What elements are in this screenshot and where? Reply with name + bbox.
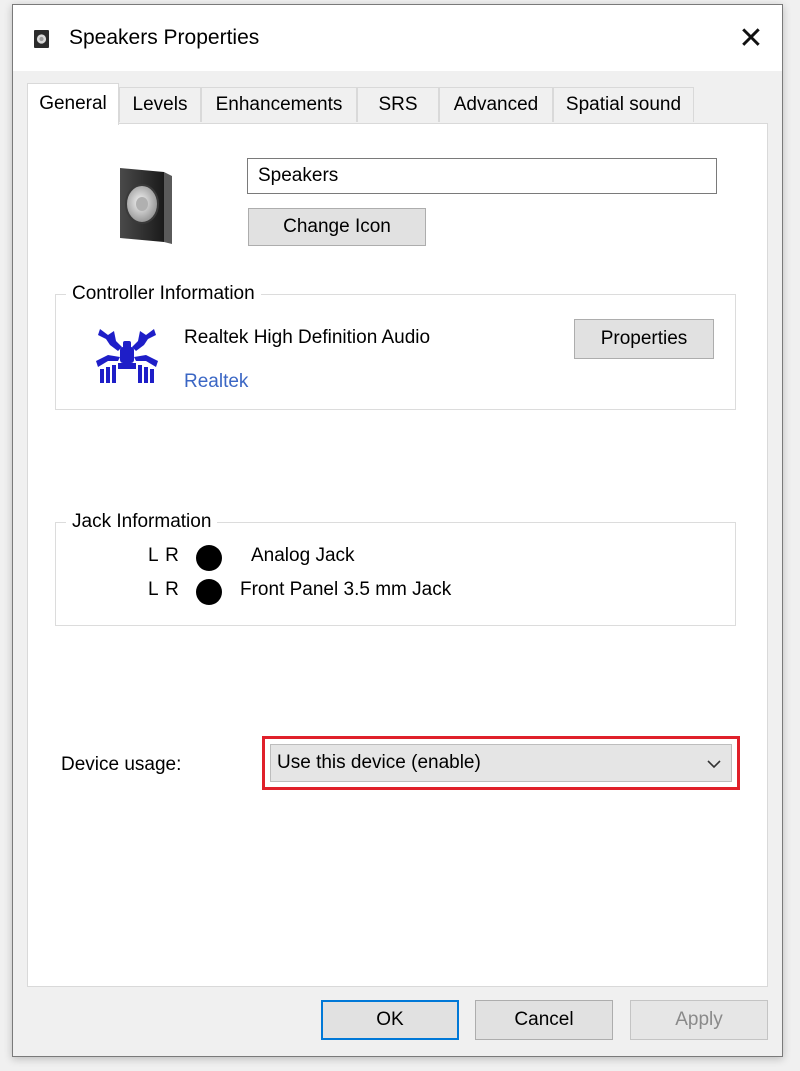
speaker-icon [34, 30, 49, 48]
apply-button[interactable]: Apply [630, 1000, 768, 1040]
window-title: Speakers Properties [69, 26, 260, 49]
jack-information-title: Jack Information [66, 510, 218, 534]
jack-row: L R Analog Jack [56, 541, 735, 573]
jack-label: Front Panel 3.5 mm Jack [240, 579, 452, 600]
change-icon-button[interactable]: Change Icon [248, 208, 426, 246]
jack-indicator-icon [196, 545, 222, 571]
jack-channels: L R [148, 579, 180, 600]
general-tab-panel: Change Icon Controller Information [27, 123, 768, 987]
speakers-properties-dialog: Speakers Properties ✕ General Levels Enh… [12, 4, 783, 1057]
chevron-down-icon [707, 760, 721, 769]
speaker-device-icon [120, 168, 172, 244]
realtek-logo-icon [96, 329, 158, 383]
device-usage-highlight: Use this device (enable) [262, 736, 740, 790]
jack-information-group: Jack Information L R Analog Jack L R Fro… [55, 510, 736, 626]
jack-label: Analog Jack [251, 545, 355, 566]
tab-general[interactable]: General [27, 83, 119, 125]
jack-channels: L R [148, 545, 180, 566]
controller-information-title: Controller Information [66, 282, 261, 306]
controller-information-group: Controller Information Realtek High Defi… [55, 282, 736, 410]
ok-button[interactable]: OK [321, 1000, 459, 1040]
tab-advanced[interactable]: Advanced [439, 87, 553, 122]
controller-vendor-link[interactable]: Realtek [184, 371, 248, 393]
title-bar: Speakers Properties ✕ [13, 5, 782, 71]
device-usage-selected: Use this device (enable) [277, 752, 481, 773]
jack-row: L R Front Panel 3.5 mm Jack [56, 575, 735, 607]
device-name-input[interactable] [247, 158, 717, 194]
controller-properties-button[interactable]: Properties [574, 319, 714, 359]
jack-indicator-icon [196, 579, 222, 605]
tab-spatial-sound[interactable]: Spatial sound [553, 87, 694, 122]
tab-levels[interactable]: Levels [119, 87, 201, 122]
device-usage-dropdown[interactable]: Use this device (enable) [270, 744, 732, 782]
tab-srs[interactable]: SRS [357, 87, 439, 122]
close-button[interactable]: ✕ [720, 5, 782, 71]
tab-enhancements[interactable]: Enhancements [201, 87, 357, 122]
close-icon: ✕ [738, 21, 764, 55]
cancel-button[interactable]: Cancel [475, 1000, 613, 1040]
device-usage-label: Device usage: [61, 754, 182, 775]
controller-name: Realtek High Definition Audio [184, 327, 431, 348]
